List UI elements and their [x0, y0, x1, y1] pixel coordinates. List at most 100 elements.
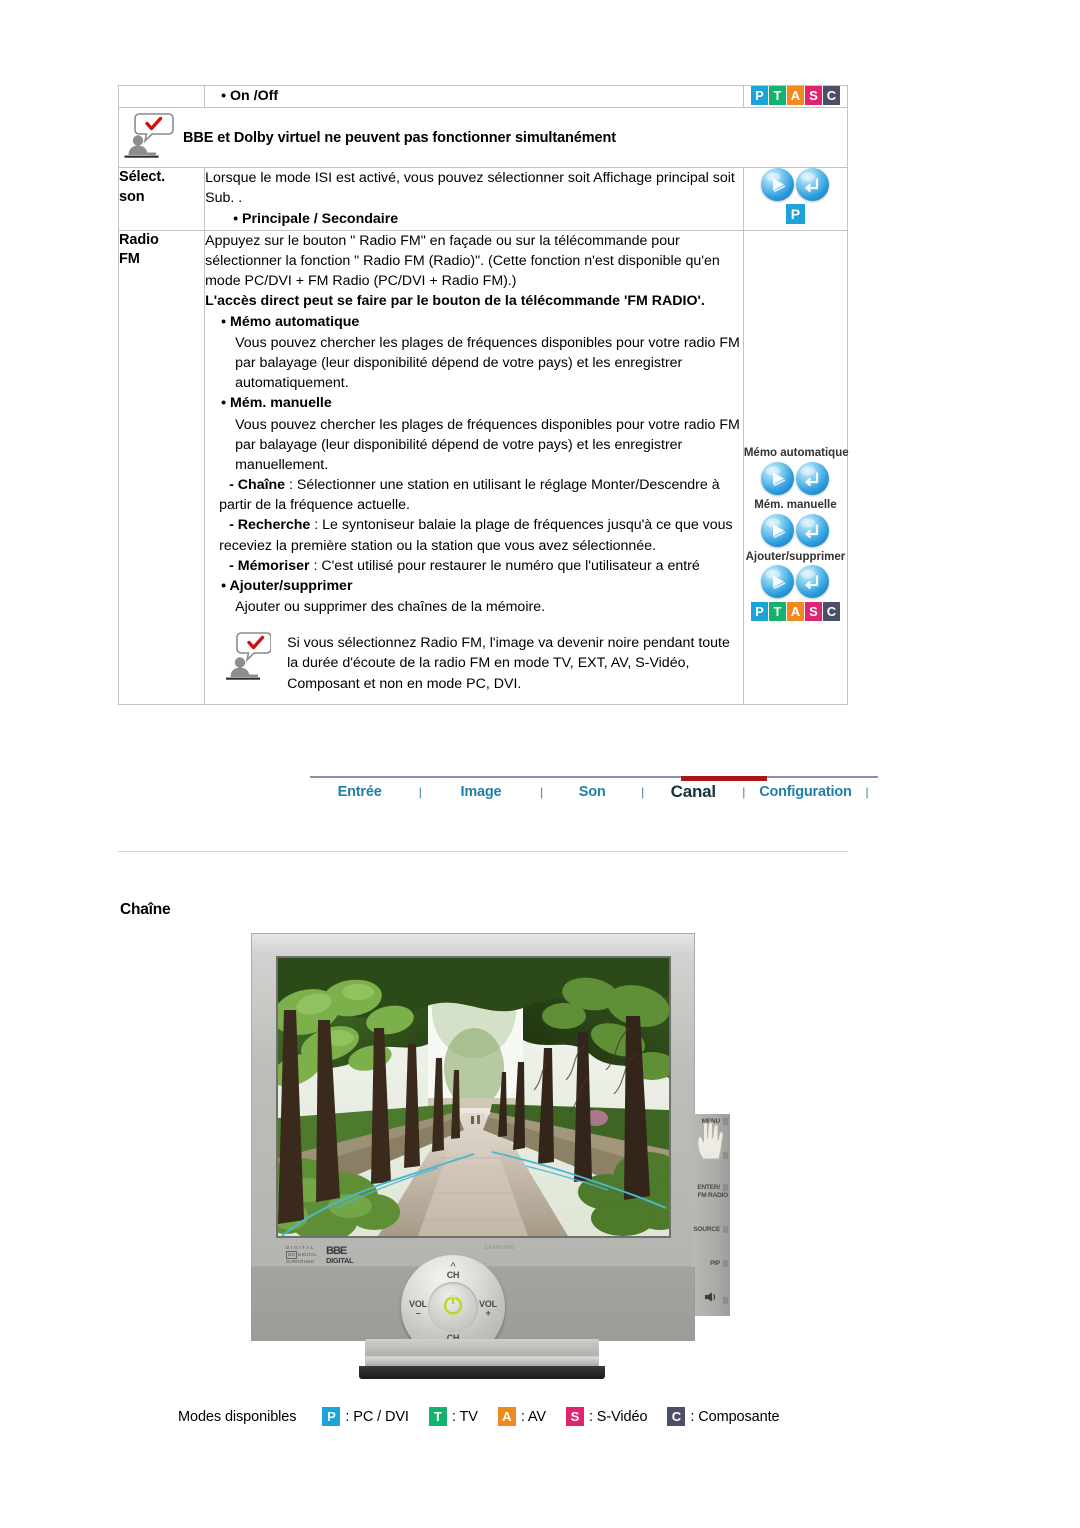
- power-icon: [441, 1293, 465, 1322]
- tab-entree[interactable]: Entrée: [310, 784, 409, 800]
- row-select-son-body: Lorsque le mode ISI est activé, vous pou…: [204, 167, 744, 231]
- mode-chip-c: C: [822, 86, 840, 105]
- row-onoff-modes: P T A S C: [742, 84, 849, 109]
- orb-play-icon: [761, 513, 795, 547]
- tv-illustration: D I G I T A L DD DIGITAL SURROUND BBE DIG…: [243, 925, 730, 1395]
- tv-button-speaker[interactable]: [704, 1292, 728, 1304]
- orb-enter-icon: [796, 513, 830, 547]
- button-nub-icon: [723, 1296, 728, 1304]
- tv-stand-base: [359, 1366, 605, 1379]
- table-row-note: BBE et Dolby virtuel ne peuvent pas fonc…: [118, 107, 848, 169]
- mode-chip-a: A: [786, 602, 804, 622]
- dolby-bottom-text: SURROUND: [286, 1258, 315, 1264]
- dash-term-1: - Recherche: [229, 517, 311, 534]
- mode-legend-item-pc-dvi: P : PC / DVI: [322, 1407, 409, 1426]
- ptasc-badge-radio-fm: P T A S C: [744, 602, 847, 622]
- dash-rest-0: : Sélectionner une station en utilisant …: [219, 477, 720, 514]
- icon-caption-mem-manuelle: Mém. manuelle: [754, 498, 837, 511]
- row-select-son-icons: P: [742, 167, 849, 231]
- radio-fm-item-title-1: • Mém. manuelle: [221, 395, 332, 412]
- tv-button-source-label: SOURCE: [693, 1226, 720, 1234]
- radio-fm-dash-1: - Recherche : Le syntoniseur balaie la p…: [205, 515, 743, 555]
- tip-person-icon: [219, 631, 272, 689]
- osd-separator: |: [540, 785, 544, 799]
- mode-text-c: : Composante: [690, 1408, 780, 1425]
- mode-legend-item-s-video: S : S-Vidéo: [565, 1407, 648, 1426]
- osd-separator: |: [742, 785, 746, 799]
- mode-chip-a: A: [497, 1407, 516, 1426]
- section-divider: [118, 851, 848, 852]
- osd-separator: |: [418, 785, 422, 799]
- tv-button-enter-fm-radio[interactable]: ENTER/ FM RADIO: [697, 1184, 728, 1199]
- button-nub-icon: [723, 1184, 728, 1191]
- table-row: Radio FM Appuyez sur le bouton " Radio F…: [117, 229, 849, 705]
- ptasc-badge-top: P T A S C: [750, 86, 840, 105]
- button-nub-icon: [723, 1226, 728, 1233]
- orb-play-icon: [761, 168, 795, 202]
- mode-legend-item-tv: T : TV: [428, 1407, 478, 1426]
- osd-separator: |: [865, 785, 869, 799]
- orb-pair-ajouter-supprimer: [744, 565, 847, 599]
- mode-chip-s: S: [804, 86, 822, 105]
- row-radio-fm-body: Appuyez sur le bouton " Radio FM" en faç…: [204, 229, 744, 705]
- mode-legend-item-composante: C : Composante: [667, 1407, 780, 1426]
- icon-group-ajouter-supprimer: Ajouter/supprimer: [744, 551, 847, 599]
- orb-pair-select-son: [744, 168, 847, 202]
- radio-fm-inner-note-text: Si vous sélectionnez Radio FM, l'image v…: [287, 635, 730, 692]
- label-line-2: son: [119, 188, 145, 205]
- mode-chip-p-select-son: P: [785, 204, 805, 225]
- radio-fm-dash-0: - Chaîne : Sélectionner une station en u…: [205, 475, 743, 515]
- orb-play-icon: [761, 565, 795, 599]
- modes-legend: Modes disponibles P : PC / DVI T : TV A …: [178, 1407, 800, 1426]
- mode-chip-c: C: [667, 1407, 686, 1426]
- radio-fm-add-title: • Ajouter/supprimer: [221, 577, 353, 594]
- select-son-bullet: • Principale / Secondaire: [233, 210, 399, 227]
- osd-nav-rule: [310, 776, 878, 778]
- icon-group-memo-auto: Mémo automatique: [743, 446, 849, 495]
- orb-enter-icon: [796, 565, 830, 599]
- tv-button-source[interactable]: SOURCE: [693, 1226, 728, 1234]
- osd-active-indicator: [681, 776, 767, 781]
- orb-enter-icon: [796, 168, 830, 202]
- jog-ch-up[interactable]: ^ CH: [401, 1262, 505, 1280]
- page-title: Chaîne: [120, 901, 171, 918]
- tv-stand-neck: [365, 1339, 599, 1369]
- hand-pointer-icon: [695, 1119, 725, 1161]
- row-label-radio-fm: Radio FM: [117, 229, 206, 705]
- tip-person-icon: [123, 110, 175, 165]
- radio-fm-item-body-0: Vous pouvez chercher les plages de fréqu…: [235, 334, 740, 392]
- dash-term-0: - Chaîne: [229, 477, 286, 494]
- speaker-icon: [704, 1292, 720, 1304]
- orb-enter-icon: [796, 461, 830, 495]
- mode-legend-item-av: A : AV: [497, 1407, 546, 1426]
- dolby-label: DIGITAL: [298, 1252, 317, 1258]
- tab-son[interactable]: Son: [553, 784, 632, 800]
- radio-fm-paragraph-2: L'accès direct peut se faire par le bout…: [205, 293, 705, 310]
- jog-vol-up[interactable]: VOL +: [474, 1300, 502, 1318]
- tv-button-enter-label: ENTER/: [697, 1184, 720, 1192]
- tab-configuration[interactable]: Configuration: [755, 784, 856, 800]
- orb-play-icon: [761, 461, 795, 495]
- tab-image[interactable]: Image: [431, 784, 530, 800]
- bbe-digital-label: DIGITAL: [326, 1255, 354, 1265]
- mode-chip-t: T: [428, 1407, 447, 1426]
- dolby-logo-icon: D I G I T A L DD DIGITAL SURROUND: [286, 1245, 320, 1264]
- mode-text-a: : AV: [520, 1408, 546, 1425]
- label-line-1: Sélect.: [119, 169, 166, 186]
- radio-fm-dash-2: - Mémoriser : C'est utilisé pour restaur…: [205, 556, 743, 576]
- orb-pair-mem-manuelle: [744, 513, 847, 547]
- radio-fm-paragraph-1: Appuyez sur le bouton " Radio FM" en faç…: [205, 232, 720, 290]
- mode-chip-p: P: [750, 86, 768, 105]
- icon-caption-memo-auto: Mémo automatique: [743, 446, 849, 459]
- tv-button-pip[interactable]: PIP: [710, 1260, 728, 1268]
- tv-bezel: D I G I T A L DD DIGITAL SURROUND BBE DIG…: [251, 933, 730, 1316]
- settings-table: • On /Off P T A S C BBE et Dolby virtuel…: [117, 84, 849, 705]
- dolby-dd-glyph: DD: [286, 1251, 298, 1259]
- tv-power-button[interactable]: [428, 1282, 478, 1332]
- mode-chip-s: S: [804, 602, 822, 622]
- tab-canal[interactable]: Canal: [654, 782, 733, 802]
- jog-vol-up-sign: +: [485, 1308, 491, 1318]
- samsung-wordmark: SAMSUNG: [484, 1245, 515, 1251]
- onoff-bullet: • On /Off: [221, 88, 279, 104]
- icon-group-mem-manuelle: Mém. manuelle: [744, 499, 847, 547]
